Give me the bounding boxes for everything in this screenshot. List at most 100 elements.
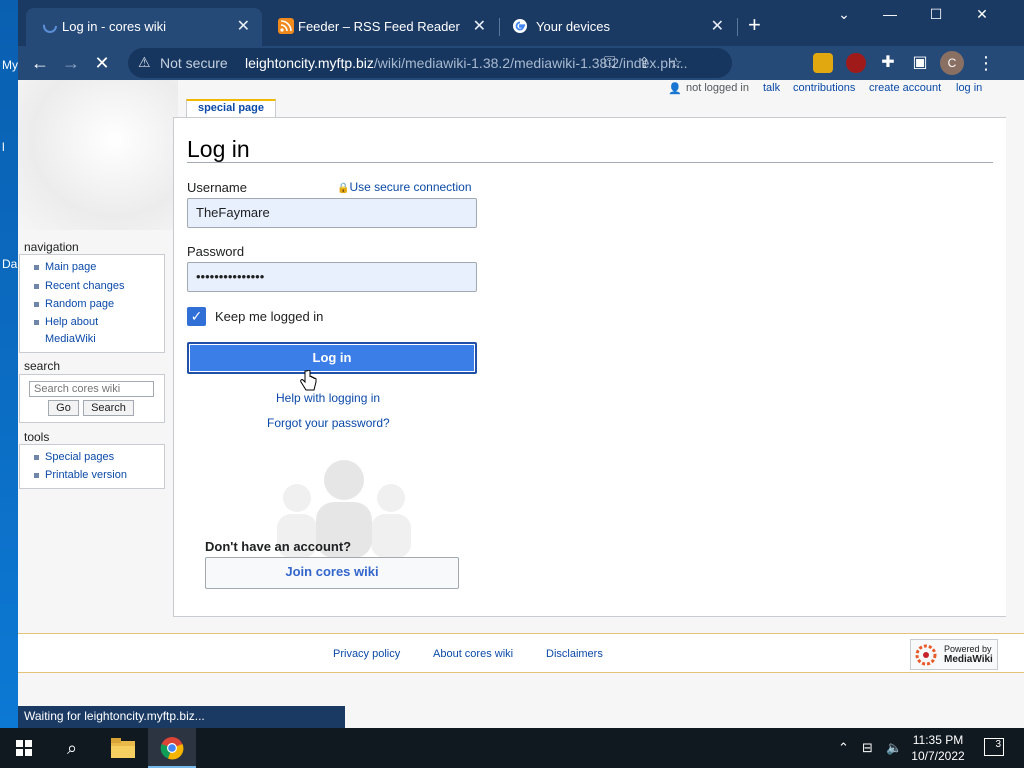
menu-kebab-icon[interactable]: ⋮ bbox=[974, 51, 998, 75]
log-in-link[interactable]: log in bbox=[956, 82, 982, 94]
warning-icon: ⚠ bbox=[138, 54, 151, 70]
volume-icon[interactable]: 🔈 bbox=[886, 740, 902, 756]
title-divider bbox=[187, 162, 993, 163]
sidebar-item-printable[interactable]: Printable version bbox=[45, 469, 127, 481]
taskbar: ⌕ ⌃ ⊟ 🔈 11:35 PM 10/7/2022 3 bbox=[0, 728, 1024, 768]
wiki-logo[interactable] bbox=[18, 80, 178, 230]
desktop-icon-label[interactable]: Da bbox=[2, 257, 17, 271]
windows-start-icon[interactable] bbox=[16, 740, 32, 756]
extensions-puzzle-icon[interactable]: ✚ bbox=[876, 51, 900, 75]
forgot-password-link[interactable]: Forgot your password? bbox=[267, 416, 390, 430]
user-icon: 👤 bbox=[668, 83, 682, 95]
tools-portlet: Special pages Printable version bbox=[19, 444, 165, 489]
chrome-taskbar-button[interactable] bbox=[148, 728, 196, 768]
url-text[interactable]: leightoncity.myftp.biz/wiki/mediawiki-1.… bbox=[245, 55, 688, 71]
share-icon[interactable]: ⇪ bbox=[638, 54, 651, 72]
close-tab-icon[interactable]: ✕ bbox=[711, 16, 724, 36]
forward-button[interactable]: → bbox=[59, 51, 83, 75]
list-bullet bbox=[34, 320, 39, 325]
disclaimers-link[interactable]: Disclaimers bbox=[546, 648, 603, 660]
address-bar[interactable]: ⚠ Not secure leightoncity.myftp.biz/wiki… bbox=[128, 48, 732, 78]
side-panel-icon[interactable]: ▣ bbox=[908, 51, 932, 75]
tab-special-page[interactable]: special page bbox=[186, 99, 276, 118]
sidebar-item-random-page[interactable]: Random page bbox=[45, 298, 114, 310]
talk-link[interactable]: talk bbox=[763, 82, 780, 94]
search-input[interactable] bbox=[29, 381, 154, 397]
bookmark-star-icon[interactable]: ☆ bbox=[669, 54, 682, 72]
powered-by-text: Powered by bbox=[944, 644, 992, 654]
rss-extension-icon[interactable] bbox=[813, 53, 833, 73]
show-hidden-icons-icon[interactable]: ⌃ bbox=[838, 740, 849, 756]
list-bullet bbox=[34, 455, 39, 460]
sidebar-item-help-cont[interactable]: MediaWiki bbox=[45, 333, 96, 345]
password-field[interactable]: ••••••••••••••• bbox=[187, 262, 477, 292]
navigation-heading: navigation bbox=[24, 240, 79, 254]
system-clock[interactable]: 11:35 PM 10/7/2022 bbox=[902, 732, 974, 764]
tab-feeder[interactable]: Feeder – RSS Feed Reader ✕ bbox=[262, 8, 498, 46]
password-label: Password bbox=[187, 244, 245, 259]
list-bullet bbox=[34, 284, 39, 289]
search-icon[interactable]: ⌕ bbox=[60, 736, 84, 760]
page-title: Log in bbox=[187, 136, 250, 162]
network-icon[interactable]: ⊟ bbox=[862, 740, 873, 756]
tab-your-devices[interactable]: Your devices ✕ bbox=[500, 8, 736, 46]
back-button[interactable]: ← bbox=[28, 51, 52, 75]
key-icon[interactable]: ⚿ bbox=[604, 54, 615, 71]
sidebar-item-main-page[interactable]: Main page bbox=[45, 261, 96, 273]
about-wiki-link[interactable]: About cores wiki bbox=[433, 648, 513, 660]
keep-logged-in-checkbox[interactable]: ✓ bbox=[187, 307, 206, 326]
tab-title: Feeder – RSS Feed Reader bbox=[298, 19, 460, 34]
tab-title: Log in - cores wiki bbox=[62, 19, 167, 34]
wiki-page: 👤 not logged in talk contributions creat… bbox=[18, 80, 1024, 728]
search-heading: search bbox=[24, 359, 61, 373]
log-in-button[interactable]: Log in bbox=[187, 342, 477, 374]
contributions-link[interactable]: contributions bbox=[793, 82, 855, 94]
notifications-icon[interactable]: 3 bbox=[984, 738, 1004, 756]
create-account-link[interactable]: create account bbox=[869, 82, 941, 94]
close-tab-icon[interactable]: ✕ bbox=[237, 16, 250, 36]
file-explorer-icon[interactable] bbox=[111, 738, 135, 758]
secure-connection-label: Use secure connection bbox=[349, 180, 472, 194]
sidebar-item-help[interactable]: Help about bbox=[45, 316, 98, 328]
join-wiki-button[interactable]: Join cores wiki bbox=[205, 557, 459, 589]
hand-cursor-icon bbox=[300, 370, 317, 391]
tab-log-in[interactable]: Log in - cores wiki ✕ bbox=[26, 8, 262, 46]
list-bullet bbox=[34, 302, 39, 307]
username-field[interactable]: TheFaymare bbox=[187, 198, 477, 228]
privacy-policy-link[interactable]: Privacy policy bbox=[333, 648, 400, 660]
powered-by-mediawiki-badge[interactable]: Powered by MediaWiki bbox=[910, 639, 998, 670]
secure-connection-link[interactable]: 🔒Use secure connection bbox=[337, 180, 472, 194]
tools-heading: tools bbox=[24, 430, 50, 444]
keep-logged-in-label[interactable]: Keep me logged in bbox=[215, 309, 323, 324]
google-icon bbox=[513, 19, 527, 33]
help-logging-in-link[interactable]: Help with logging in bbox=[276, 391, 380, 405]
tab-search-button[interactable]: ⌄ bbox=[821, 6, 867, 23]
chrome-icon bbox=[160, 737, 184, 760]
desktop-icon-label[interactable]: l bbox=[2, 140, 5, 154]
close-tab-icon[interactable]: ✕ bbox=[473, 16, 486, 36]
search-button[interactable]: Search bbox=[83, 400, 134, 416]
status-bar: Waiting for leightoncity.myftp.biz... bbox=[18, 706, 345, 728]
ublock-extension-icon[interactable] bbox=[846, 53, 866, 73]
rss-icon bbox=[278, 18, 294, 34]
no-account-heading: Don't have an account? bbox=[205, 539, 352, 554]
close-window-button[interactable]: ✕ bbox=[959, 6, 1005, 23]
minimize-button[interactable]: — bbox=[867, 6, 913, 22]
browser-window: Log in - cores wiki ✕ Feeder – RSS Feed … bbox=[18, 0, 1024, 728]
maximize-button[interactable]: ☐ bbox=[913, 6, 959, 23]
new-tab-button[interactable]: + bbox=[748, 12, 761, 38]
clock-time: 11:35 PM bbox=[912, 733, 964, 747]
loading-spinner-icon bbox=[43, 19, 57, 33]
sidebar-item-special-pages[interactable]: Special pages bbox=[45, 451, 114, 463]
tab-title: Your devices bbox=[536, 19, 610, 34]
desktop-icon-label[interactable]: My bbox=[2, 58, 18, 72]
not-logged-in-text: not logged in bbox=[686, 82, 749, 94]
tab-divider bbox=[737, 18, 738, 36]
lock-icon: 🔒 bbox=[337, 183, 350, 194]
stop-loading-button[interactable]: ✕ bbox=[90, 51, 114, 75]
profile-avatar[interactable]: C bbox=[940, 51, 964, 75]
sidebar-item-recent-changes[interactable]: Recent changes bbox=[45, 280, 125, 292]
page-footer: Privacy policy About cores wiki Disclaim… bbox=[18, 633, 1024, 673]
go-button[interactable]: Go bbox=[48, 400, 79, 416]
security-label[interactable]: Not secure bbox=[160, 55, 228, 71]
